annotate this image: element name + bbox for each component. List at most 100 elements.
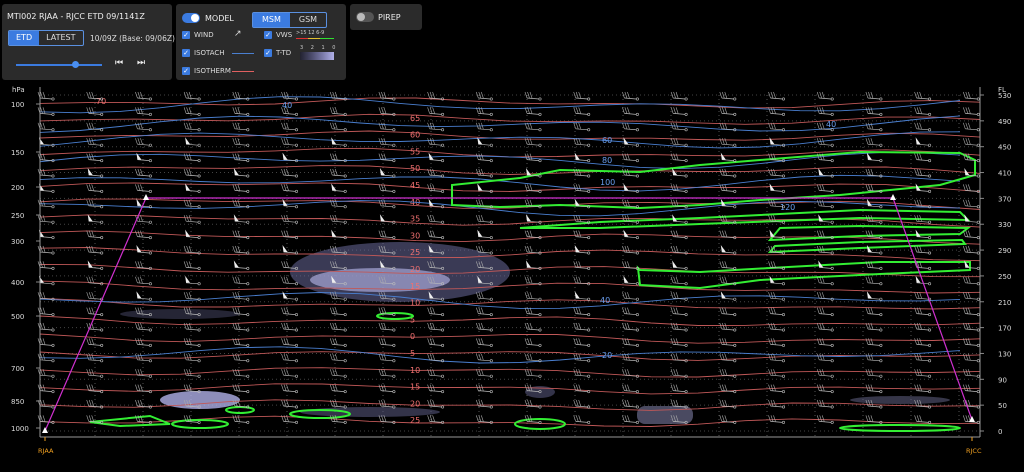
isotherm-label: 35 [410, 215, 420, 224]
wind-barb [573, 307, 591, 317]
wind-barb [183, 122, 201, 132]
wind-barb [769, 275, 785, 286]
isotherm-label: 60 [410, 131, 420, 140]
wind-barb [329, 122, 347, 132]
wind-barb [185, 275, 201, 286]
fl-tick-label: 490 [998, 118, 1011, 126]
wind-barb [524, 399, 542, 409]
fl-tick-label: 290 [998, 247, 1011, 255]
fl-tick-label: 530 [998, 92, 1011, 100]
wind-barb [233, 168, 250, 178]
wind-barb [573, 107, 591, 116]
wind-barb [963, 199, 980, 209]
isotherm-label: 10 [410, 366, 420, 375]
fl-tick-label: 90 [998, 376, 1007, 384]
isotach-label: 100 [600, 178, 615, 187]
wind-barb [914, 168, 932, 178]
isotherm-line [39, 214, 981, 228]
wind-barb [378, 138, 396, 147]
pressure-tick-label: 500 [11, 313, 24, 321]
wind-barb [670, 307, 688, 317]
isotach-label: 40 [600, 296, 610, 305]
fl-tick-label: 130 [998, 350, 1011, 358]
fl-tick-label: 370 [998, 195, 1011, 203]
wind-barb [378, 369, 396, 378]
isotach-label: 60 [602, 136, 612, 145]
fl-tick-label: 450 [998, 144, 1011, 152]
wind-barb [816, 199, 834, 209]
wind-barb [232, 276, 250, 286]
fl-tick-label: 170 [998, 325, 1011, 333]
isotherm-label: 25 [410, 416, 420, 425]
wind-barb [622, 215, 639, 224]
wind-barb [964, 214, 980, 224]
wind-barb [573, 338, 591, 347]
wind-barb [427, 107, 445, 116]
wind-barb [866, 198, 883, 209]
wind-barb [622, 91, 639, 101]
wind-barb [427, 230, 445, 240]
pressure-tick-label: 400 [11, 279, 24, 287]
wind-barb [719, 168, 737, 178]
wind-barb [720, 152, 737, 163]
wind-barb [183, 292, 201, 301]
wind-barb [329, 322, 347, 332]
wind-barb [865, 353, 883, 363]
wind-barb [183, 168, 201, 178]
wind-barb [427, 307, 445, 317]
isotherm-label: 20 [410, 265, 420, 274]
wind-barb [670, 369, 688, 378]
wind-barb [329, 338, 347, 347]
isotherm-line [39, 147, 981, 158]
wind-barb [427, 415, 445, 424]
wind-barb [378, 384, 396, 394]
wind-barb [281, 168, 298, 178]
pressure-tick-label: 1000 [11, 425, 29, 433]
wind-barb [427, 138, 445, 147]
wind-barb [378, 230, 396, 240]
wind-barb [282, 245, 298, 255]
wind-barb [39, 275, 55, 286]
wind-barb [622, 415, 639, 424]
wind-barb [670, 353, 688, 363]
pressure-tick-label: 300 [11, 238, 24, 246]
fl-tick-label: 50 [998, 402, 1007, 410]
wind-barb [281, 338, 298, 347]
isotherm-line [39, 165, 981, 175]
wind-barb [670, 276, 688, 286]
wind-barb [573, 322, 591, 332]
wind-barb [622, 122, 639, 132]
wind-barb [329, 307, 347, 317]
wind-barb [329, 91, 347, 101]
wind-barb [914, 107, 932, 116]
wind-barb [623, 275, 639, 286]
wind-barb [816, 107, 834, 116]
wind-barb [183, 261, 201, 270]
wind-barb [329, 353, 347, 363]
wind-barb [135, 369, 152, 378]
wind-barb [622, 384, 639, 394]
wind-barb [670, 91, 688, 101]
pressure-tick-label: 150 [11, 149, 24, 157]
wind-barb [963, 322, 980, 332]
wind-barb [622, 261, 639, 270]
wind-barb [816, 91, 834, 101]
isotherm-line [39, 97, 981, 109]
route-waypoint-marker [890, 194, 896, 200]
wind-barb [476, 369, 493, 378]
wind-barb [232, 122, 250, 132]
wind-barb [963, 122, 980, 132]
pressure-tick-label: 250 [11, 212, 24, 220]
wind-barb [183, 153, 201, 163]
isotherm-label: 10 [410, 299, 420, 308]
isotach-line [39, 346, 961, 364]
wind-barb [39, 183, 55, 193]
wind-barb [719, 353, 737, 363]
wind-barb [476, 153, 493, 163]
wind-barb [477, 229, 493, 240]
wind-barb [914, 91, 932, 101]
wind-barb [233, 260, 250, 270]
fl-tick-label: 250 [998, 273, 1011, 281]
wind-barb [331, 183, 347, 193]
wind-barb [39, 137, 55, 147]
